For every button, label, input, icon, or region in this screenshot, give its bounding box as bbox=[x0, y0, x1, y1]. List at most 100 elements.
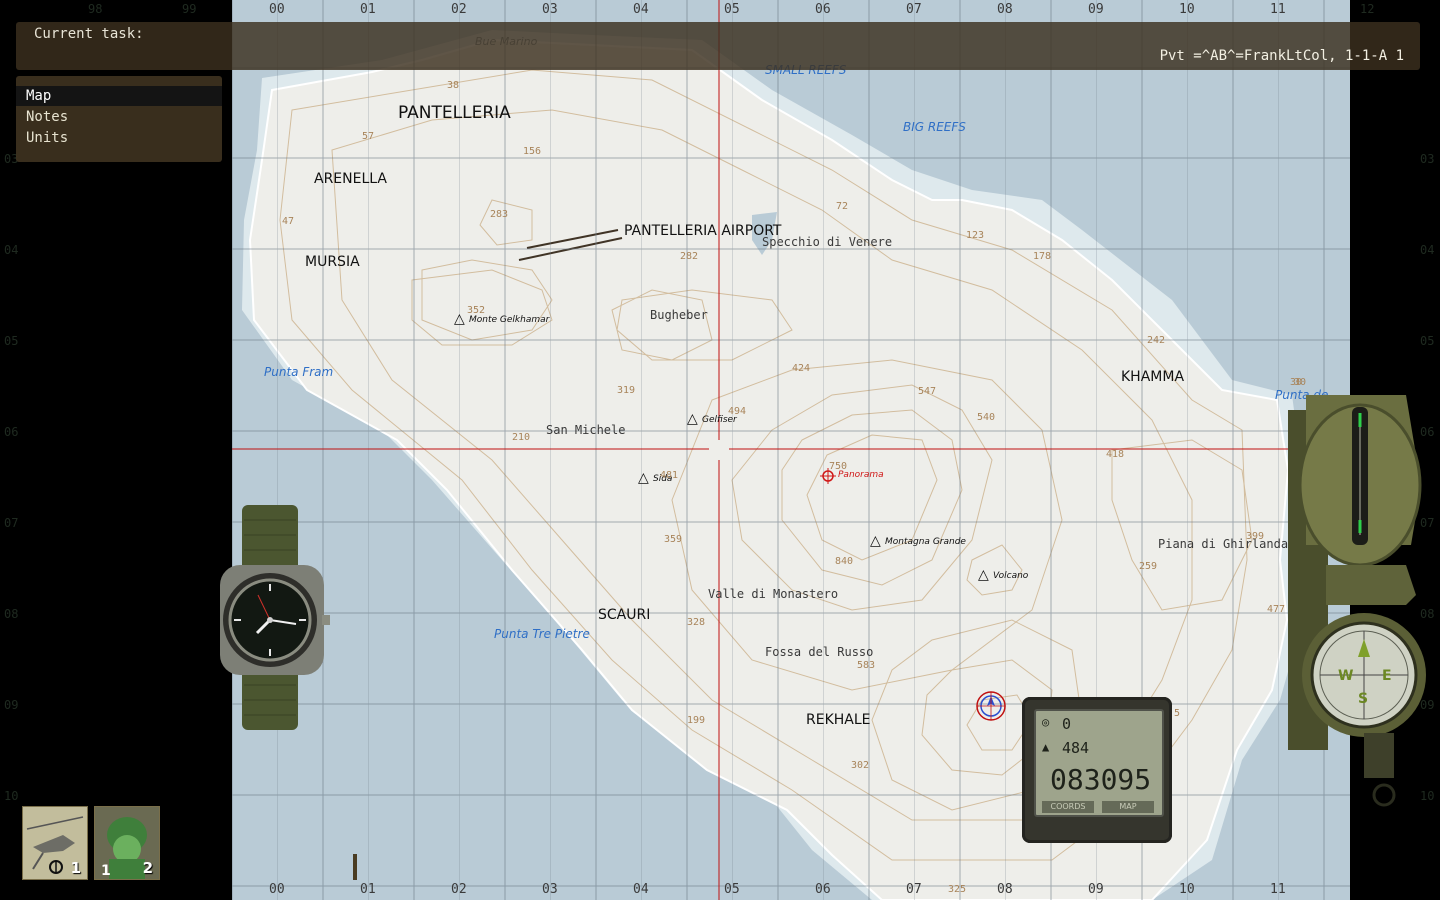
grid-col-label-10: 10 bbox=[1179, 2, 1195, 17]
grid-col-label-10: 10 bbox=[1179, 882, 1195, 897]
grid-col-label-09: 09 bbox=[1088, 882, 1104, 897]
town-label: SCAURI bbox=[598, 607, 651, 623]
waypoint-label: Panorama bbox=[838, 470, 884, 480]
grid-col-label-03: 03 bbox=[542, 882, 558, 897]
elevation-label: 259 bbox=[1139, 561, 1158, 572]
task-bar: Current task: Pvt =^AB^=FrankLtCol, 1-1-… bbox=[16, 22, 1420, 70]
elevation-label: 199 bbox=[687, 715, 706, 726]
town-label: REKHALE bbox=[806, 712, 871, 728]
player-position-icon bbox=[976, 691, 1006, 721]
gps-coords: 083095 bbox=[1050, 763, 1152, 796]
elevation-label: 359 bbox=[664, 534, 683, 545]
grid-corner-label: 98 bbox=[88, 2, 103, 16]
waypoint-icon bbox=[820, 468, 836, 484]
grid-col-label-02: 02 bbox=[451, 882, 467, 897]
map-view[interactable] bbox=[232, 0, 1350, 900]
grid-col-label-00: 00 bbox=[269, 2, 285, 17]
grid-row-label-06-left: 06 bbox=[4, 425, 19, 439]
compass-e: E bbox=[1382, 668, 1392, 684]
elevation-label: 352 bbox=[467, 305, 486, 316]
locality-label: San Michele bbox=[546, 423, 626, 437]
menu-item-units[interactable]: Units bbox=[16, 128, 222, 148]
elevation-label: 123 bbox=[966, 230, 985, 241]
grid-row-label-05-right: 05 bbox=[1420, 334, 1435, 348]
grid-col-label-04: 04 bbox=[633, 882, 649, 897]
grid-col-label-07: 07 bbox=[906, 882, 922, 897]
grid-col-label-05: 05 bbox=[724, 882, 740, 897]
grid-corner-label-right: 12 bbox=[1360, 2, 1375, 16]
player-marker[interactable] bbox=[975, 690, 1007, 722]
gps-tab-map[interactable]: MAP bbox=[1102, 801, 1154, 813]
gps-altitude: 484 bbox=[1062, 739, 1090, 757]
elevation-label: 547 bbox=[918, 386, 937, 397]
grid-col-label-06: 06 bbox=[815, 882, 831, 897]
elevation-label: 156 bbox=[523, 146, 542, 157]
grid-col-label-01: 01 bbox=[360, 2, 376, 17]
elevation-label: 840 bbox=[835, 556, 854, 567]
grid-col-label-01: 01 bbox=[360, 882, 376, 897]
water-label: Punta Tre Pietre bbox=[494, 627, 590, 641]
hill-label: Monte Gelkhamar bbox=[469, 315, 550, 325]
grid-col-label-07: 07 bbox=[906, 2, 922, 17]
elevation-label: 178 bbox=[1033, 251, 1052, 262]
grid-col-label-02: 02 bbox=[451, 2, 467, 17]
elevation-label: 494 bbox=[728, 406, 747, 417]
gps-tab-coords[interactable]: COORDS bbox=[1042, 801, 1094, 813]
town-label: PANTELLERIA bbox=[398, 103, 511, 123]
unit-slot-helicopter[interactable]: 1 bbox=[22, 806, 88, 880]
grid-col-label-06: 06 bbox=[815, 2, 831, 17]
elevation-label: 47 bbox=[282, 216, 295, 227]
hill-marker-icon: △ bbox=[870, 533, 881, 549]
compass-w: W bbox=[1338, 668, 1353, 684]
elevation-label: 399 bbox=[1246, 531, 1265, 542]
gps-device[interactable]: ◎ 0 ▲ 484 083095 COORDS MAP bbox=[1022, 697, 1172, 843]
elevation-label: 210 bbox=[512, 432, 531, 443]
grid-col-label-04: 04 bbox=[633, 2, 649, 17]
wristwatch[interactable] bbox=[212, 505, 332, 730]
hill-label: Volcano bbox=[993, 571, 1029, 581]
locality-label: Piana di Ghirlanda bbox=[1158, 537, 1289, 551]
menu-item-notes[interactable]: Notes bbox=[16, 107, 222, 127]
grid-row-label-10-left: 10 bbox=[4, 789, 19, 803]
locality-label: Bugheber bbox=[650, 308, 708, 322]
hill-marker-icon: △ bbox=[454, 311, 465, 327]
current-task-label: Current task: bbox=[34, 26, 144, 42]
grid-col-label-09: 09 bbox=[1088, 2, 1104, 17]
svg-text:1: 1 bbox=[101, 863, 111, 879]
grid-col-label-11: 11 bbox=[1270, 2, 1286, 17]
hill-marker-icon: △ bbox=[638, 470, 649, 486]
town-label: KHAMMA bbox=[1121, 369, 1185, 385]
unit-count-1: 1 bbox=[70, 859, 81, 877]
elevation-label: 283 bbox=[490, 209, 509, 220]
water-label: Punta Fram bbox=[264, 365, 334, 379]
elevation-label: 5 bbox=[1174, 708, 1181, 719]
menu-item-map[interactable]: Map bbox=[16, 86, 222, 106]
unit-slot-soldier[interactable]: 1 2 bbox=[94, 806, 160, 880]
elevation-label: 38 bbox=[447, 80, 460, 91]
town-label: ARENELLA bbox=[314, 171, 387, 187]
elevation-label: 424 bbox=[792, 363, 811, 374]
pencil-icon bbox=[353, 854, 357, 880]
grid-row-label-05-left: 05 bbox=[4, 334, 19, 348]
unit-count-2: 2 bbox=[142, 859, 153, 877]
elevation-label: 477 bbox=[1267, 604, 1286, 615]
waypoint-panorama[interactable] bbox=[820, 468, 836, 484]
gps-screen: ◎ 0 ▲ 484 083095 COORDS MAP bbox=[1034, 709, 1164, 817]
elevation-label: 30 bbox=[1290, 377, 1303, 388]
grid-row-label-04-right: 04 bbox=[1420, 243, 1435, 257]
grid-row-label-03-right: 03 bbox=[1420, 152, 1435, 166]
elevation-label: 242 bbox=[1147, 335, 1166, 346]
elevation-label: 302 bbox=[851, 760, 870, 771]
elevation-label: 328 bbox=[687, 617, 706, 628]
elevation-label: 325 bbox=[948, 884, 967, 895]
grid-col-label-11: 11 bbox=[1270, 882, 1286, 897]
player-identity: Pvt =^AB^=FrankLtCol, 1-1-A 1 bbox=[1159, 48, 1404, 64]
compass-small-icon: ◎ bbox=[1042, 715, 1050, 729]
compass[interactable]: W E S bbox=[1286, 395, 1426, 815]
watch-icon bbox=[220, 505, 330, 730]
town-label: PANTELLERIA AIRPORT bbox=[624, 223, 782, 239]
grid-row-label-09-left: 09 bbox=[4, 698, 19, 712]
grid-col-label-05: 05 bbox=[724, 2, 740, 17]
grid-col-label-08: 08 bbox=[997, 2, 1013, 17]
elevation-label: 57 bbox=[362, 131, 375, 142]
